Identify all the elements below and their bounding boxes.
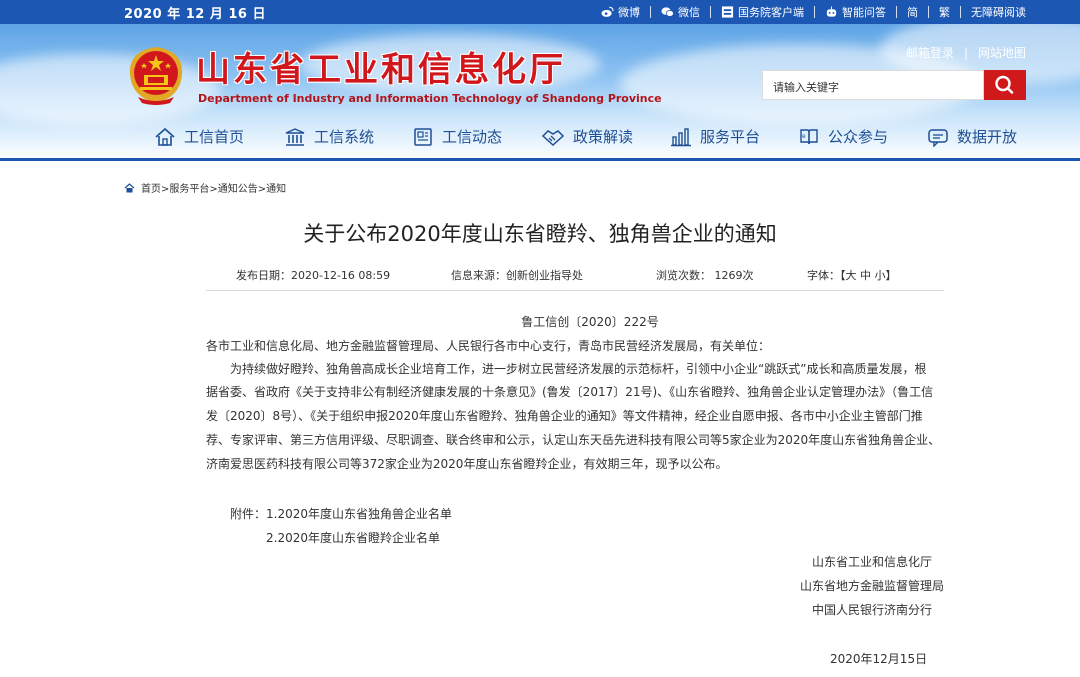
font-size-control[interactable]: 字体：【大 中 小】 xyxy=(807,267,897,283)
nav-service[interactable]: 服务平台 xyxy=(670,126,760,147)
book-icon: e xyxy=(800,128,818,144)
nav-system[interactable]: 工信系统 xyxy=(284,126,374,147)
traditional-label: 繁 xyxy=(939,6,950,19)
nav-open-data-label: 数据开放 xyxy=(957,128,1018,146)
nav-news-label: 工信动态 xyxy=(442,128,503,146)
nav-open-data[interactable]: 数据开放 xyxy=(927,126,1017,147)
paragraph-line: 荐、专家评审、第三方信用评级、尽职调查、联合终审和公示，认定山东天岳先进科技有限… xyxy=(206,433,941,447)
search-icon xyxy=(995,75,1014,94)
weibo-icon xyxy=(601,6,614,17)
view-count: 浏览次数： 1269次 xyxy=(656,269,754,282)
accessibility-link[interactable]: 无障碍阅读 xyxy=(961,4,1026,20)
meta-divider xyxy=(206,290,944,291)
current-date: 2020 年 12 月 16 日 xyxy=(124,7,266,22)
smart-qa-label: 智能问答 xyxy=(842,6,886,19)
nav-system-label: 工信系统 xyxy=(314,128,375,146)
divider xyxy=(650,6,651,18)
news-icon xyxy=(414,127,432,146)
handshake-icon xyxy=(541,129,565,146)
signature: 中国人民银行济南分行 xyxy=(812,603,933,617)
header-divider xyxy=(0,158,1080,161)
paragraph-line: 济南爱思医药科技有限公司等372家企业为2020年度山东省瞪羚企业，有效期三年，… xyxy=(206,457,728,471)
divider xyxy=(896,6,897,18)
weibo-link[interactable]: 微博 xyxy=(591,4,650,20)
divider xyxy=(960,6,961,18)
article-title: 关于公布2020年度山东省瞪羚、独角兽企业的通知 xyxy=(303,222,777,246)
top-bar: 2020 年 12 月 16 日 微博 微信 国务院客户端 智能问答 简 繁 无… xyxy=(0,0,1080,24)
breadcrumb: 首页>服务平台>通知公告>通知 xyxy=(124,180,286,195)
info-source: 信息来源：创新创业指导处 xyxy=(451,269,583,282)
site-title: 山东省工业和信息化厅 xyxy=(196,50,566,90)
wechat-link[interactable]: 微信 xyxy=(651,4,710,20)
sign-date: 2020年12月15日 xyxy=(830,652,928,666)
top-links: 微博 微信 国务院客户端 智能问答 简 繁 无障碍阅读 xyxy=(591,4,1026,20)
divider xyxy=(814,6,815,18)
document-number: 鲁工信创〔2020〕222号 xyxy=(521,315,659,329)
state-council-app-label: 国务院客户端 xyxy=(738,6,804,19)
nav-participation[interactable]: e 公众参与 xyxy=(798,126,888,147)
divider xyxy=(710,6,711,18)
paragraph-line: 为持续做好瞪羚、独角兽高成长企业培育工作，进一步树立民营经济发展的示范标杆，引领… xyxy=(230,362,927,376)
search-bar: 请输入关键字 xyxy=(762,70,1026,100)
nav-policy-label: 政策解读 xyxy=(573,128,634,146)
home-icon xyxy=(155,127,175,146)
divider xyxy=(928,6,929,18)
home-icon xyxy=(124,182,135,192)
site-subtitle: Department of Industry and Information T… xyxy=(198,92,662,105)
publish-date: 发布日期：2020-12-16 08:59 xyxy=(236,269,391,282)
site-header: 山东省工业和信息化厅 Department of Industry and In… xyxy=(0,24,1080,161)
wechat-label: 微信 xyxy=(678,6,700,19)
simplified-link[interactable]: 简 xyxy=(897,4,928,20)
search-input[interactable]: 请输入关键字 xyxy=(762,70,984,100)
svg-text:e: e xyxy=(802,133,806,140)
breadcrumb-path[interactable]: 首页>服务平台>通知公告>通知 xyxy=(141,180,286,195)
attachment-link[interactable]: 2.2020年度山东省瞪羚企业名单 xyxy=(266,529,440,546)
nav-policy[interactable]: 政策解读 xyxy=(541,126,633,147)
attachment-link[interactable]: 附件：1.2020年度山东省独角兽企业名单 xyxy=(230,505,452,522)
nav-service-label: 服务平台 xyxy=(700,128,761,146)
divider: | xyxy=(963,45,968,60)
signature: 山东省工业和信息化厅 xyxy=(812,555,933,569)
national-emblem-icon xyxy=(129,47,183,105)
nav-home-label: 工信首页 xyxy=(184,128,245,146)
nav-home[interactable]: 工信首页 xyxy=(154,126,244,147)
sitemap-link[interactable]: 网站地图 xyxy=(978,44,1026,61)
paragraph-line: 发〔2020〕8号）、《关于组织申报2020年度山东省瞪羚、独角兽企业的通知》等… xyxy=(206,409,923,423)
building-icon xyxy=(285,127,305,146)
chat-bubble-icon xyxy=(928,128,948,147)
nav-news[interactable]: 工信动态 xyxy=(412,126,502,147)
signature: 山东省地方金融监督管理局 xyxy=(800,579,945,593)
header-links: 邮箱登录 | 网站地图 xyxy=(906,44,1026,61)
chart-bars-icon xyxy=(671,127,691,146)
smart-qa-link[interactable]: 智能问答 xyxy=(815,4,896,20)
salutation: 各市工业和信息化局、地方金融监督管理局、人民银行各市中心支行，青岛市民营经济发展… xyxy=(206,339,771,353)
main-nav: 工信首页 工信系统 工信动态 政策解读 服务平台 e 公众参与 数据开放 xyxy=(0,122,1080,154)
traditional-link[interactable]: 繁 xyxy=(929,4,960,20)
paragraph-line: 据省委、省政府《关于支持非公有制经济健康发展的十条意见》(鲁发〔2017〕21号… xyxy=(206,385,934,399)
nav-participation-label: 公众参与 xyxy=(828,128,889,146)
accessibility-label: 无障碍阅读 xyxy=(971,6,1026,19)
state-council-app-icon xyxy=(721,6,734,18)
mail-login-link[interactable]: 邮箱登录 xyxy=(906,44,954,61)
wechat-icon xyxy=(661,7,674,17)
search-button[interactable] xyxy=(984,70,1026,100)
robot-icon xyxy=(826,6,837,17)
state-council-app-link[interactable]: 国务院客户端 xyxy=(711,4,814,20)
weibo-label: 微博 xyxy=(618,6,640,19)
simplified-label: 简 xyxy=(907,6,918,19)
